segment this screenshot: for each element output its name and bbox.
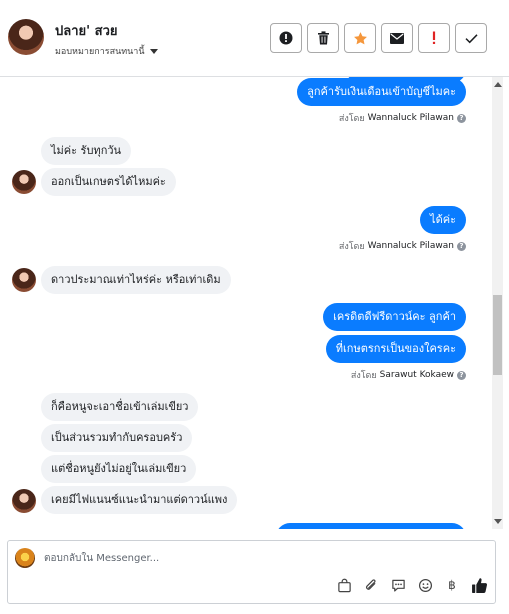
scrollbar-thumb[interactable]	[493, 295, 502, 375]
sender-name: Wannaluck Pilawan	[367, 113, 454, 123]
sent-by-label: ส่งโดย Sarawut Kokaew ?	[351, 368, 466, 382]
help-icon[interactable]: ?	[457, 370, 466, 380]
paperclip-icon	[365, 578, 376, 590]
mark-done-button[interactable]	[455, 23, 487, 53]
reply-input[interactable]	[44, 547, 484, 569]
composer-toolbar: ฿	[335, 576, 488, 594]
saved-replies-button[interactable]	[389, 576, 407, 594]
message-thread[interactable]: ลูกค้ารับเงินเดือนเข้าบัญชีไมคะ ส่งโดย W…	[0, 77, 509, 529]
star-button[interactable]	[344, 23, 376, 53]
message-bubble-incoming: ดาวประมาณเท่าไหร่ค่ะ หรือเท่าเดิม	[41, 266, 231, 294]
help-icon[interactable]: ?	[457, 241, 466, 251]
shop-button[interactable]	[335, 576, 353, 594]
reply-composer: ฿	[7, 540, 496, 604]
message-bubble-outgoing: ได้ค่ะ	[420, 206, 466, 234]
delete-button[interactable]	[307, 23, 339, 53]
sent-by-prefix: ส่งโดย	[338, 114, 365, 124]
thumbs-up-icon	[471, 577, 487, 593]
attach-file-button[interactable]	[362, 576, 380, 594]
chat-bubble-icon	[391, 579, 405, 592]
message-bubble-incoming: ออกเป็นเกษตรได้ไหมค่ะ	[41, 168, 176, 196]
smiley-icon	[418, 578, 432, 592]
payment-button[interactable]: ฿	[443, 576, 461, 594]
assign-conversation-dropdown[interactable]: มอบหมายการสนทนานี้	[55, 44, 158, 58]
message-bubble-incoming: เป็นส่วนรวมทำกับครอบครัว	[41, 424, 193, 452]
contact-avatar[interactable]	[8, 19, 44, 55]
message-bubble-incoming: ไม่ค่ะ รับทุกวัน	[41, 137, 132, 165]
sent-by-label: ส่งโดย Wannaluck Pilawan ?	[339, 239, 466, 253]
sent-by-prefix: ส่งโดย	[338, 242, 365, 252]
exclamation-circle-icon	[279, 31, 293, 45]
check-icon	[464, 33, 478, 43]
trash-icon	[317, 31, 329, 45]
message-bubble-outgoing: เครดิตดีฟรีดาวน์คะ ลูกค้า	[323, 303, 466, 331]
page-avatar	[15, 548, 35, 568]
action-toolbar	[270, 23, 487, 53]
contact-name[interactable]: ปลาย' สวย	[55, 20, 118, 41]
send-like-button[interactable]	[470, 576, 488, 594]
bag-icon	[337, 578, 351, 592]
message-bubble-incoming: เคยมีไฟแนนซ์แนะนำมาแต่ดาวน์แพง	[41, 486, 238, 514]
conversation-header: ปลาย' สวย มอบหมายการสนทนานี้	[0, 0, 509, 77]
scroll-down-arrow-icon[interactable]	[494, 519, 502, 524]
message-bubble-outgoing: ลูกค้ารับเงินเดือนเข้าบัญชีไมคะ	[297, 78, 466, 106]
message-bubble-outgoing: ที่เกษตรกรเป็นของใครคะ	[325, 335, 466, 363]
contact-avatar-small	[12, 170, 36, 194]
help-icon[interactable]: ?	[457, 113, 466, 123]
sent-by-label: ส่งโดย Wannaluck Pilawan ?	[339, 111, 466, 125]
emoji-button[interactable]	[416, 576, 434, 594]
message-bubble-incoming: ก็คือหนูจะเอาชื่อเข้าเล่มเขียว	[41, 393, 199, 421]
mark-spam-button[interactable]	[270, 23, 302, 53]
contact-avatar-small	[12, 489, 36, 513]
follow-up-button[interactable]	[418, 23, 450, 53]
scrollbar[interactable]	[492, 77, 503, 529]
assign-label: มอบหมายการสนทนานี้	[55, 47, 145, 57]
exclamation-icon	[432, 31, 436, 44]
contact-avatar-small	[12, 268, 36, 292]
baht-icon: ฿	[448, 578, 456, 592]
message-bubble-partial	[276, 523, 466, 529]
envelope-icon	[390, 32, 404, 44]
sender-name: Wannaluck Pilawan	[367, 241, 454, 251]
star-icon	[353, 31, 367, 44]
message-bubble-incoming: แต่ชื่อหนูยังไม่อยู่ในเล่มเขียว	[41, 455, 197, 483]
sent-by-prefix: ส่งโดย	[350, 371, 377, 381]
mark-unread-button[interactable]	[381, 23, 413, 53]
sender-name: Sarawut Kokaew	[379, 370, 454, 380]
scroll-up-arrow-icon[interactable]	[494, 82, 502, 87]
caret-down-icon	[149, 48, 158, 54]
